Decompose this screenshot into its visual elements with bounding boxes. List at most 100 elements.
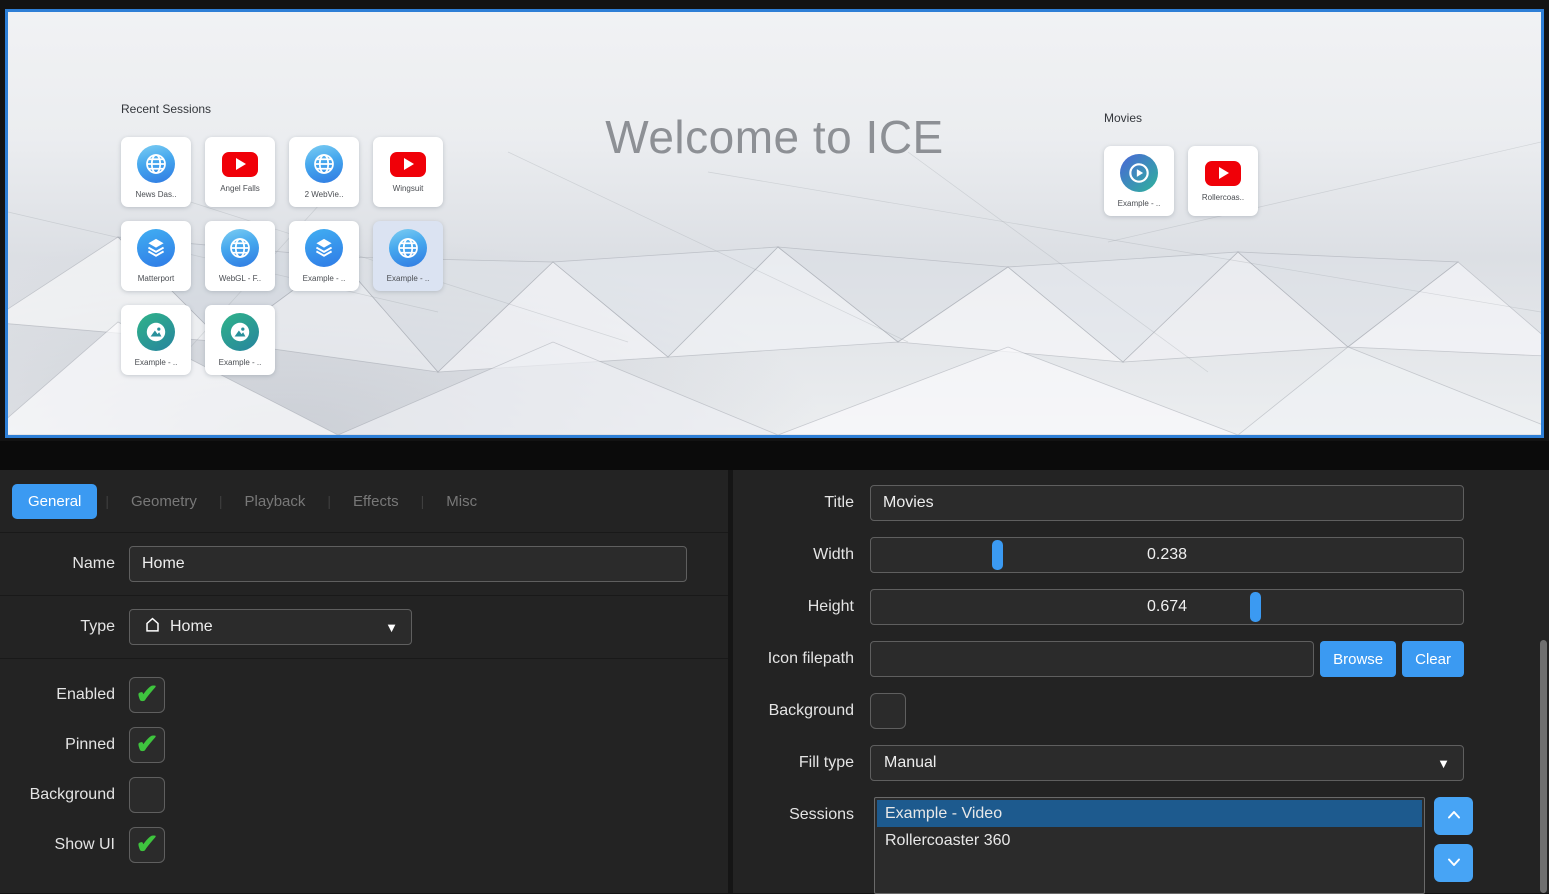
session-tile[interactable]: Example - .. — [205, 305, 275, 375]
tile-label: Example - .. — [135, 358, 178, 367]
tab-misc[interactable]: Misc — [424, 484, 499, 519]
photo-icon — [221, 313, 259, 351]
pinned-checkbox[interactable]: ✔ — [129, 727, 165, 763]
background-row: Background ✔ — [733, 693, 1549, 729]
sessions-label: Sessions — [733, 806, 854, 824]
tile-label: Wingsuit — [393, 184, 424, 193]
title-row: Title — [733, 485, 1549, 521]
preview-canvas: Welcome to ICE Recent Sessions News Das.… — [5, 9, 1544, 438]
session-tile[interactable]: Angel Falls — [205, 137, 275, 207]
type-value: Home — [170, 618, 213, 636]
show-ui-label: Show UI — [0, 836, 115, 854]
width-value: 0.238 — [871, 538, 1463, 572]
movies-heading: Movies — [1104, 111, 1258, 125]
width-slider-handle[interactable] — [992, 540, 1003, 570]
height-label: Height — [733, 598, 854, 616]
separator-strip — [0, 441, 1549, 470]
properties-area: General | Geometry | Playback | Effects … — [0, 470, 1549, 893]
fill-type-dropdown[interactable]: Manual ▼ — [870, 745, 1464, 781]
session-tile[interactable]: Wingsuit — [373, 137, 443, 207]
movie-tile[interactable]: Example - .. — [1104, 146, 1174, 216]
fill-type-label: Fill type — [733, 754, 854, 772]
tile-label: WebGL - F.. — [219, 274, 261, 283]
recent-sessions-group: Recent Sessions News Das.. Angel Falls 2… — [121, 102, 443, 375]
chevron-up-icon — [1445, 806, 1463, 827]
check-icon: ✔ — [136, 681, 159, 708]
tile-label: News Das.. — [136, 190, 177, 199]
session-tile[interactable]: Example - .. — [373, 221, 443, 291]
tile-label: 2 WebVie.. — [305, 190, 344, 199]
check-icon: ✔ — [136, 731, 159, 758]
show-ui-row: Show UI ✔ — [0, 820, 728, 870]
title-input[interactable] — [870, 485, 1464, 521]
title-label: Title — [733, 494, 854, 512]
movies-grid: Example - .. Rollercoas.. — [1104, 146, 1258, 216]
tab-playback[interactable]: Playback — [223, 484, 328, 519]
background-checkbox[interactable]: ✔ — [129, 777, 165, 813]
background-row: Background ✔ — [0, 770, 728, 820]
sessions-listbox[interactable]: Example - Video Rollercoaster 360 — [874, 797, 1425, 894]
session-tile[interactable]: 2 WebVie.. — [289, 137, 359, 207]
session-tile[interactable]: Example - .. — [121, 305, 191, 375]
chevron-down-icon: ▼ — [385, 620, 398, 635]
tile-label: Example - .. — [387, 274, 430, 283]
width-label: Width — [733, 546, 854, 564]
name-row: Name — [0, 533, 728, 596]
name-input[interactable] — [129, 546, 687, 582]
height-row: Height 0.674 — [733, 589, 1549, 625]
fill-type-value: Manual — [884, 754, 936, 772]
play-icon — [1120, 154, 1158, 192]
movie-tile[interactable]: Rollercoas.. — [1188, 146, 1258, 216]
icon-filepath-label: Icon filepath — [733, 650, 854, 668]
session-tile[interactable]: WebGL - F.. — [205, 221, 275, 291]
vertical-scrollbar[interactable] — [1540, 640, 1547, 893]
icon-filepath-input[interactable] — [870, 641, 1314, 677]
tab-geometry[interactable]: Geometry — [109, 484, 219, 519]
width-row: Width 0.238 — [733, 537, 1549, 573]
height-slider[interactable]: 0.674 — [870, 589, 1464, 625]
move-down-button[interactable] — [1434, 844, 1473, 882]
type-row: Type Home ▼ — [0, 596, 728, 659]
recent-sessions-grid: News Das.. Angel Falls 2 WebVie.. Wingsu… — [121, 137, 443, 375]
enabled-row: Enabled ✔ — [0, 670, 728, 720]
chevron-down-icon — [1445, 853, 1463, 874]
pinned-row: Pinned ✔ — [0, 720, 728, 770]
background-checkbox[interactable]: ✔ — [870, 693, 906, 729]
globe-icon — [137, 145, 175, 183]
list-item[interactable]: Rollercoaster 360 — [877, 827, 1422, 854]
photo-icon — [137, 313, 175, 351]
type-dropdown[interactable]: Home ▼ — [129, 609, 412, 645]
session-tile[interactable]: News Das.. — [121, 137, 191, 207]
clear-button[interactable]: Clear — [1402, 641, 1464, 677]
list-item[interactable]: Example - Video — [877, 800, 1422, 827]
recent-sessions-heading: Recent Sessions — [121, 102, 443, 116]
group-settings-panel: Title Width 0.238 Height 0.674 Icon file… — [733, 470, 1549, 893]
icon-filepath-row: Icon filepath Browse Clear — [733, 641, 1549, 677]
height-slider-handle[interactable] — [1250, 592, 1261, 622]
youtube-icon — [222, 152, 258, 177]
enabled-checkbox[interactable]: ✔ — [129, 677, 165, 713]
layers-icon — [137, 229, 175, 267]
show-ui-checkbox[interactable]: ✔ — [129, 827, 165, 863]
browse-button[interactable]: Browse — [1320, 641, 1396, 677]
sessions-row: Sessions Example - Video Rollercoaster 3… — [733, 797, 1549, 894]
enabled-label: Enabled — [0, 686, 115, 704]
checkbox-section: Enabled ✔ Pinned ✔ Background ✔ Show UI … — [0, 659, 728, 870]
globe-icon — [389, 229, 427, 267]
tab-general[interactable]: General — [12, 484, 97, 519]
tab-effects[interactable]: Effects — [331, 484, 421, 519]
globe-icon — [221, 229, 259, 267]
move-up-button[interactable] — [1434, 797, 1473, 835]
session-tile[interactable]: Example - .. — [289, 221, 359, 291]
tile-label: Example - .. — [303, 274, 346, 283]
type-label: Type — [0, 618, 115, 636]
name-label: Name — [0, 555, 115, 573]
tile-label: Example - .. — [1118, 199, 1161, 208]
width-slider[interactable]: 0.238 — [870, 537, 1464, 573]
session-tile[interactable]: Matterport — [121, 221, 191, 291]
globe-icon — [305, 145, 343, 183]
pinned-label: Pinned — [0, 736, 115, 754]
tile-label: Matterport — [138, 274, 174, 283]
settings-tabs: General | Geometry | Playback | Effects … — [0, 470, 728, 533]
tile-label: Example - .. — [219, 358, 262, 367]
